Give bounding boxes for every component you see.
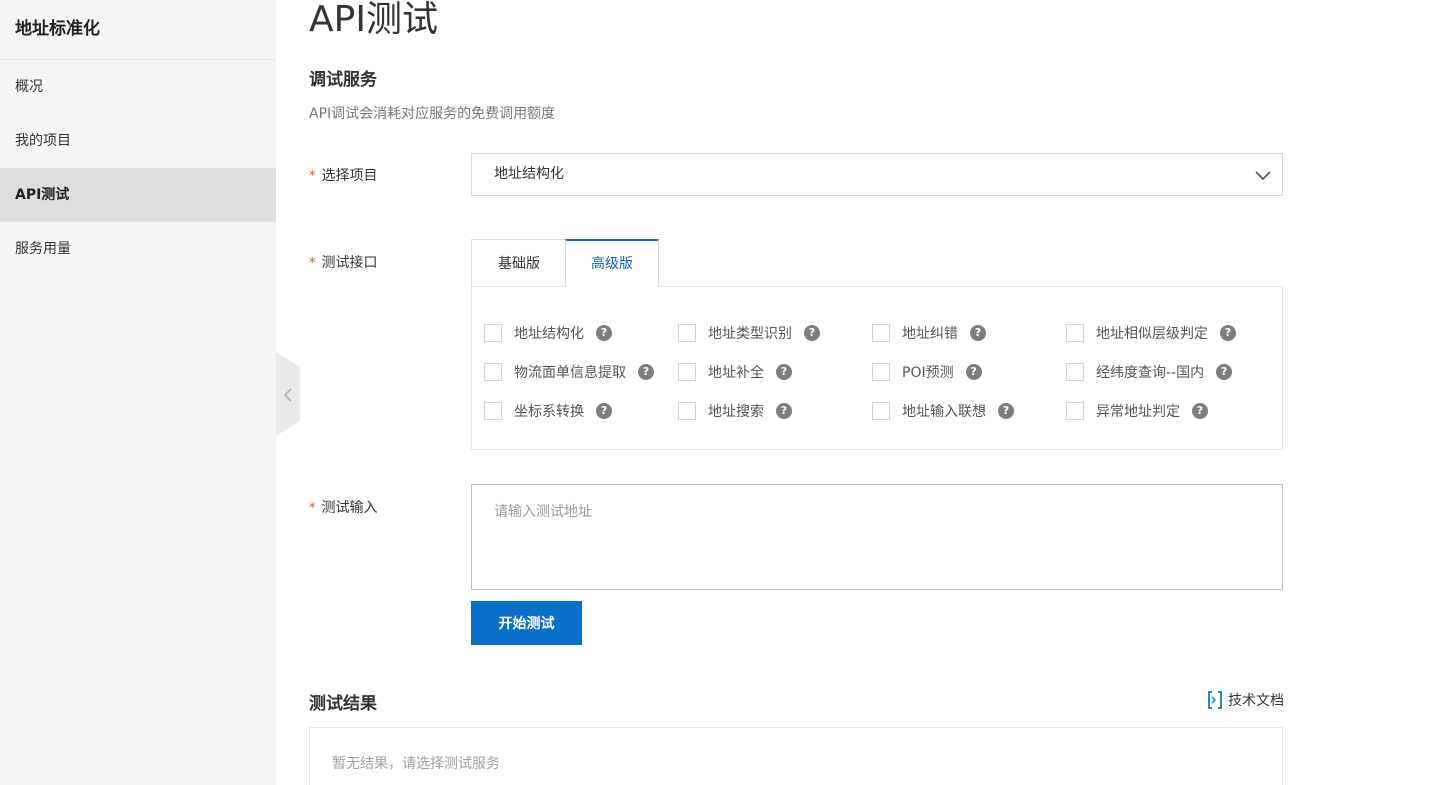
option-label: 地址输入联想 xyxy=(902,404,986,420)
help-icon[interactable]: ? xyxy=(998,403,1014,419)
start-test-button[interactable]: 开始测试 xyxy=(471,601,582,645)
help-icon[interactable]: ? xyxy=(1216,364,1233,380)
checkbox[interactable] xyxy=(1066,363,1084,381)
checkbox[interactable] xyxy=(1066,402,1084,420)
help-icon[interactable]: ? xyxy=(965,364,982,380)
option-address-search[interactable]: 地址搜索 ? xyxy=(678,400,792,422)
checkbox[interactable] xyxy=(678,402,696,420)
api-label-text: 测试接口 xyxy=(321,255,378,271)
help-icon[interactable]: ? xyxy=(1220,325,1236,341)
checkbox[interactable] xyxy=(484,324,502,342)
option-label: POI预测 xyxy=(902,365,954,381)
option-label: 异常地址判定 xyxy=(1096,404,1180,420)
option-label: 经纬度查询--国内 xyxy=(1096,365,1205,381)
option-label: 地址相似层级判定 xyxy=(1096,326,1208,342)
checkbox[interactable] xyxy=(872,363,890,381)
option-poi-prediction[interactable]: POI预测 ? xyxy=(872,361,982,383)
required-mark: * xyxy=(309,169,316,184)
option-label: 地址类型识别 xyxy=(708,326,792,342)
section-subtitle: API调试会消耗对应服务的免费调用额度 xyxy=(309,106,556,122)
api-label: * 测试接口 xyxy=(309,252,378,272)
required-mark: * xyxy=(309,501,316,516)
help-icon[interactable]: ? xyxy=(776,364,792,380)
checkbox[interactable] xyxy=(872,324,890,342)
help-icon[interactable]: ? xyxy=(804,325,820,341)
sidebar-title: 地址标准化 xyxy=(0,0,276,60)
option-address-suggest[interactable]: 地址输入联想 ? xyxy=(872,400,1014,422)
checkbox[interactable] xyxy=(1066,324,1084,342)
option-label: 地址纠错 xyxy=(902,326,958,342)
sidebar: 地址标准化 概况 我的项目 API测试 服务用量 xyxy=(0,0,276,785)
help-icon[interactable]: ? xyxy=(596,325,612,341)
document-icon xyxy=(1208,691,1222,709)
tech-doc-link[interactable]: 技术文档 xyxy=(1208,690,1284,710)
checkbox[interactable] xyxy=(872,402,890,420)
option-address-structuring[interactable]: 地址结构化 ? xyxy=(484,322,612,344)
help-icon[interactable]: ? xyxy=(776,403,792,419)
required-mark: * xyxy=(309,256,316,271)
sidebar-item-overview[interactable]: 概况 xyxy=(0,60,276,114)
project-select-value: 地址结构化 xyxy=(494,166,564,182)
result-title: 测试结果 xyxy=(309,694,377,714)
sidebar-collapse-button[interactable] xyxy=(276,352,300,436)
tech-doc-label: 技术文档 xyxy=(1228,693,1284,709)
checkbox[interactable] xyxy=(678,363,696,381)
checkbox[interactable] xyxy=(484,363,502,381)
option-address-correction[interactable]: 地址纠错 ? xyxy=(872,322,986,344)
chevron-down-icon xyxy=(1255,171,1271,181)
project-select[interactable]: 地址结构化 xyxy=(471,153,1283,196)
project-label-text: 选择项目 xyxy=(321,168,378,184)
tab-basic[interactable]: 基础版 xyxy=(471,239,566,287)
help-icon[interactable]: ? xyxy=(970,325,986,341)
sidebar-item-my-projects[interactable]: 我的项目 xyxy=(0,114,276,168)
help-icon[interactable]: ? xyxy=(596,403,612,419)
empty-result-text: 暂无结果，请选择测试服务 xyxy=(332,756,500,772)
input-label: * 测试输入 xyxy=(309,497,378,517)
test-input-textarea[interactable] xyxy=(471,484,1283,590)
sidebar-item-usage[interactable]: 服务用量 xyxy=(0,222,276,276)
option-address-type[interactable]: 地址类型识别 ? xyxy=(678,322,820,344)
option-geo-lookup[interactable]: 经纬度查询--国内 ? xyxy=(1066,361,1233,383)
option-label: 地址补全 xyxy=(708,365,764,381)
option-label: 物流面单信息提取 xyxy=(514,365,626,381)
help-icon[interactable]: ? xyxy=(638,364,654,380)
page-title: API测试 xyxy=(309,0,438,40)
option-label: 地址结构化 xyxy=(514,326,584,342)
main-content: API测试 调试服务 API调试会消耗对应服务的免费调用额度 * 选择项目 地址结… xyxy=(309,0,1284,785)
option-label: 地址搜索 xyxy=(708,404,764,420)
option-label: 坐标系转换 xyxy=(514,404,584,420)
option-abnormal-address[interactable]: 异常地址判定 ? xyxy=(1066,400,1208,422)
api-options-panel: 地址结构化 ? 地址类型识别 ? 地址纠错 ? 地址相似层级判定 ? 物流面单信… xyxy=(471,286,1283,450)
sidebar-item-api-test[interactable]: API测试 xyxy=(0,168,276,222)
option-address-completion[interactable]: 地址补全 ? xyxy=(678,361,792,383)
result-panel: 暂无结果，请选择测试服务 xyxy=(309,727,1283,785)
project-label: * 选择项目 xyxy=(309,165,378,185)
chevron-left-icon xyxy=(283,388,292,402)
section-title-debug: 调试服务 xyxy=(309,70,377,90)
checkbox[interactable] xyxy=(678,324,696,342)
input-label-text: 测试输入 xyxy=(321,500,378,516)
option-waybill-extraction[interactable]: 物流面单信息提取 ? xyxy=(484,361,654,383)
tab-advanced[interactable]: 高级版 xyxy=(565,239,659,287)
checkbox[interactable] xyxy=(484,402,502,420)
option-address-similarity[interactable]: 地址相似层级判定 ? xyxy=(1066,322,1236,344)
option-coordinate-conversion[interactable]: 坐标系转换 ? xyxy=(484,400,612,422)
help-icon[interactable]: ? xyxy=(1192,403,1208,419)
